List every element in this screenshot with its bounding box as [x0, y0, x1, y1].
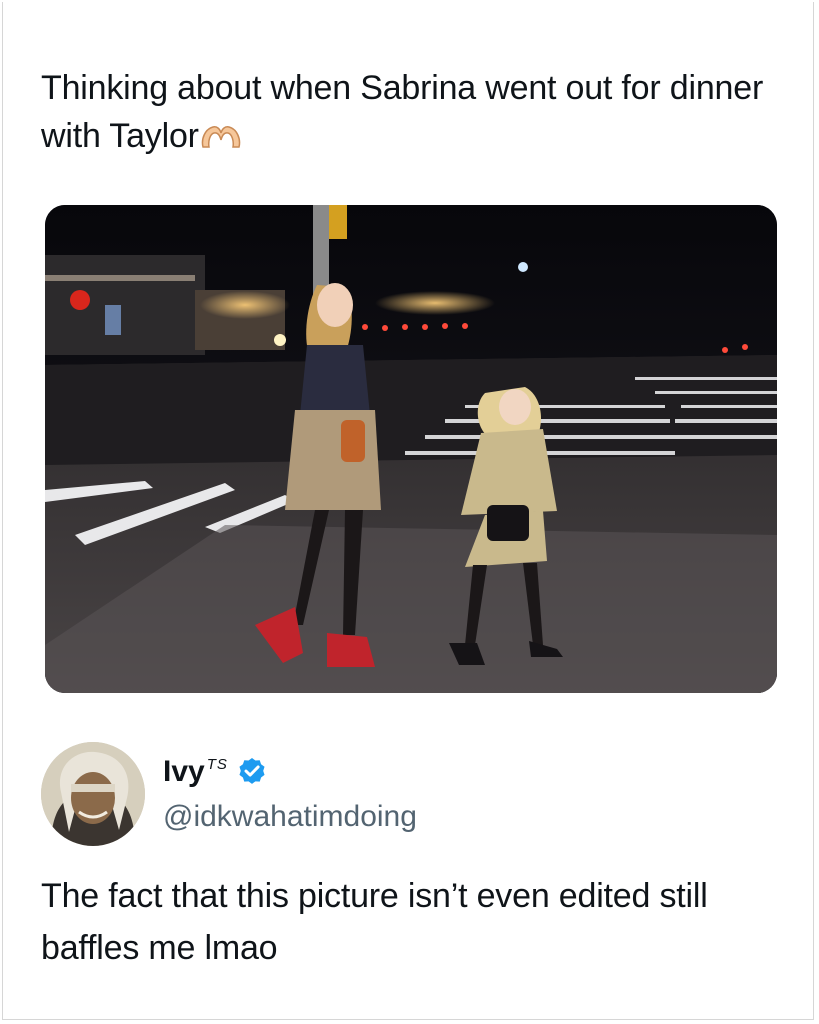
verified-badge-icon	[239, 758, 265, 784]
author-handle[interactable]: @idkwahatimdoing	[163, 800, 417, 834]
tweet-photo[interactable]	[45, 205, 777, 693]
avatar[interactable]	[41, 742, 145, 846]
reply-author[interactable]: Ivy TS	[163, 754, 268, 790]
avatar-image	[41, 742, 145, 846]
quoted-tweet-body: Thinking about when Sabrina went out for…	[41, 69, 764, 155]
reply-text: The fact that this picture isn’t even ed…	[41, 877, 708, 967]
display-name[interactable]: Ivy	[163, 754, 205, 790]
tweet-card: Thinking about when Sabrina went out for…	[2, 2, 814, 1020]
name-superscript: TS	[206, 756, 228, 773]
heart-hands-icon	[201, 126, 241, 148]
street-photo	[45, 205, 777, 693]
quoted-tweet-text: Thinking about when Sabrina went out for…	[41, 64, 791, 160]
